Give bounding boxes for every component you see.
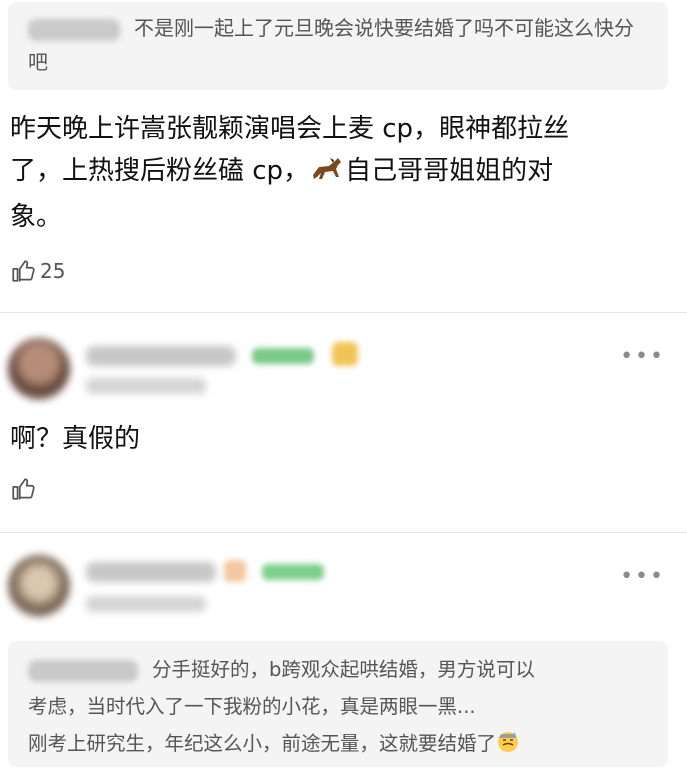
main-comment-line3: 象。 [10, 202, 63, 232]
more-dots-icon[interactable]: ••• [620, 346, 665, 368]
blurred-username [86, 562, 216, 582]
blurred-badge-icon [224, 560, 246, 582]
quoted-reply-top[interactable]: 不是刚一起上了元旦晚会说快要结婚了吗不可能这么快分吧 [8, 2, 668, 90]
comment-text: 啊？真假的 [10, 424, 141, 454]
avatar[interactable] [8, 555, 70, 617]
sweat-face-emoji-icon [496, 729, 520, 766]
more-dots-icon[interactable]: ••• [620, 566, 665, 588]
blurred-username [86, 346, 236, 366]
quoted-reply-line1: 分手挺好的，b跨观众起哄结婚，男方说可以 [28, 651, 650, 688]
blurred-username [28, 18, 120, 41]
quoted-reply-bottom[interactable]: 分手挺好的，b跨观众起哄结婚，男方说可以 考虑，当时代入了一下我粉的小花，真是两… [8, 641, 668, 767]
thumbs-up-icon [12, 478, 35, 500]
blurred-username [28, 659, 138, 682]
quoted-reply-line2: 考虑，当时代入了一下我粉的小花，真是两眼一黑... [28, 695, 476, 718]
main-comment-line2: 了，上热搜后粉丝磕 cp， 自己哥哥姐姐的对 [10, 150, 569, 196]
quoted-reply-line3: 刚考上研究生，年纪这么小，前途无量，这就要结婚了 [28, 725, 650, 766]
like-button-main[interactable]: 25 [10, 258, 65, 284]
thumbs-up-icon [12, 260, 35, 282]
blurred-badge [262, 564, 324, 580]
avatar[interactable] [8, 338, 70, 400]
main-comment-line1: 昨天晚上许嵩张靓颖演唱会上麦 cp，眼神都拉丝 [10, 114, 570, 144]
blurred-badge-icon [332, 342, 358, 366]
divider [0, 532, 687, 533]
like-count: 25 [40, 259, 66, 283]
main-comment-text: 昨天晚上许嵩张靓颖演唱会上麦 cp，眼神都拉丝 了，上热搜后粉丝磕 cp， 自己哥… [10, 108, 569, 238]
blurred-badge [252, 348, 314, 364]
blurred-timestamp [86, 378, 206, 394]
blurred-timestamp [86, 596, 206, 612]
horse-emoji-icon [309, 154, 345, 196]
like-button[interactable] [10, 476, 36, 502]
divider [0, 312, 687, 313]
